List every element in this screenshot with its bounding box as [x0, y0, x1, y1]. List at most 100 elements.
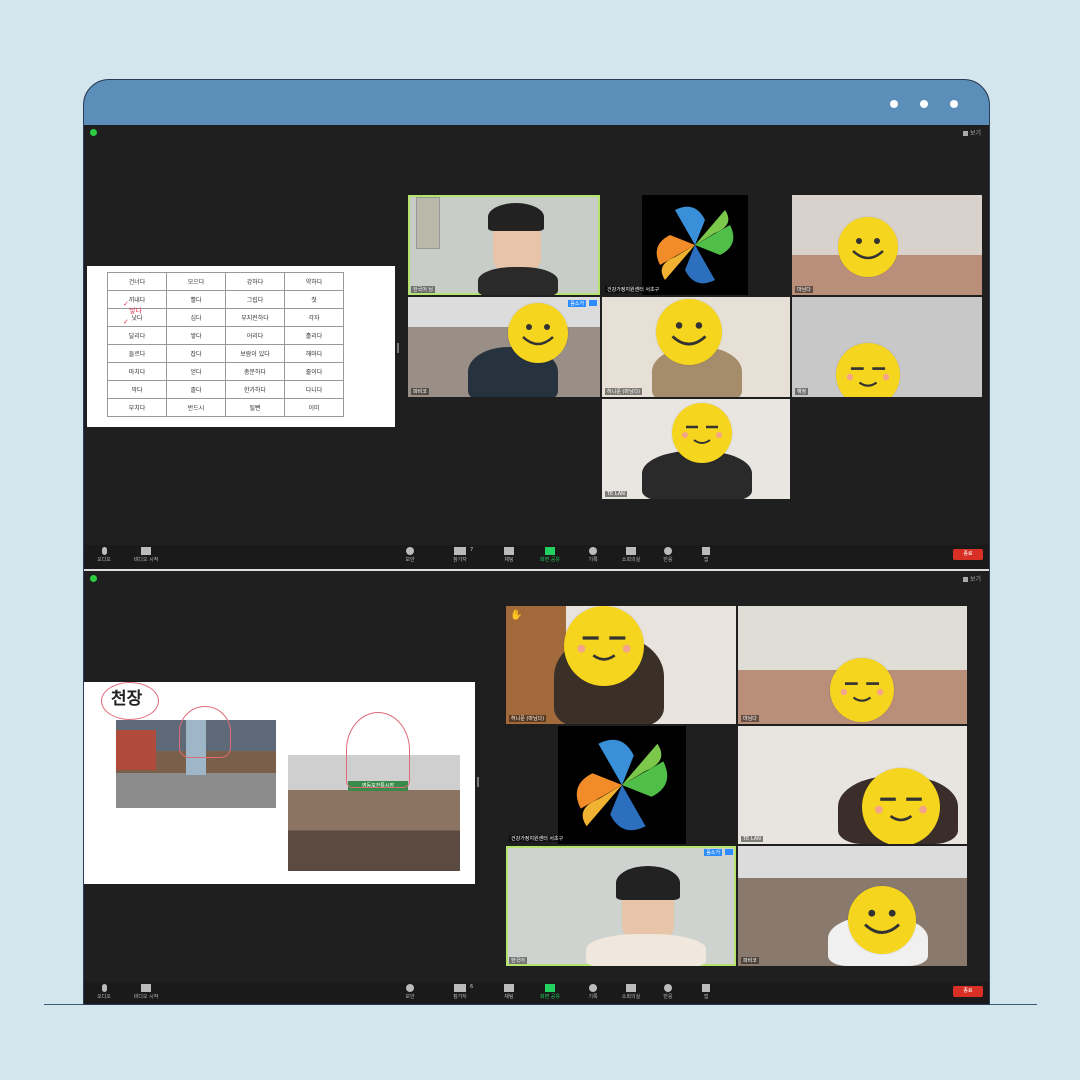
window-dot-3[interactable] [950, 100, 958, 108]
video-tile-host[interactable]: 음소거 한국어 [506, 846, 736, 966]
mute-badge[interactable]: 음소거 [704, 849, 722, 856]
breakout-rooms-button[interactable]: 소회의실 [611, 984, 651, 1000]
chat-icon [504, 547, 514, 555]
video-button[interactable]: 비디오 시작 [126, 984, 166, 1000]
participants-button[interactable]: 참가자 6 [440, 984, 480, 1000]
security-label: 보안 [405, 557, 415, 563]
word-table-cell: 흘리다 [284, 326, 344, 345]
audio-button[interactable]: 오디오 [84, 984, 124, 1000]
smiley-face-icon [656, 299, 722, 365]
mute-badge[interactable]: 음소거 [568, 300, 586, 307]
video-tile[interactable]: 허니문 (마님다) [602, 297, 790, 397]
window-dot-1[interactable] [890, 100, 898, 108]
center-logo [642, 195, 748, 295]
video-button[interactable]: 비디오 시작 [126, 547, 166, 563]
shield-icon [406, 547, 414, 555]
pinwheel-logo-icon [576, 739, 668, 831]
smiley-face-icon [508, 303, 568, 363]
end-meeting-button[interactable]: 종료 [953, 549, 983, 560]
video-tile-host[interactable]: 한국어 님 [408, 195, 600, 295]
record-label: 기록 [588, 994, 598, 1000]
word-table-cell: 부치다 [107, 398, 167, 417]
apps-button[interactable]: 앱 [686, 984, 726, 1000]
video-tile[interactable]: 마님다 [792, 195, 982, 295]
word-table-row: 달리다 쌓다 어리다 흘리다 [107, 326, 344, 345]
pen-annotation-circle [179, 706, 231, 758]
camera-off-icon [141, 984, 151, 992]
video-tile-center-logo[interactable]: 건강가정지원센터 서초구 [602, 195, 790, 295]
word-table-cell: 어리다 [225, 326, 285, 345]
record-label: 기록 [588, 557, 598, 563]
word-table-cell: 보람이 있다 [225, 344, 285, 363]
video-label: 비디오 시작 [133, 557, 159, 563]
pen-annotation-circle [101, 682, 159, 720]
word-table-cell: 이미 [284, 398, 344, 417]
more-options-icon[interactable] [589, 300, 597, 306]
video-tile[interactable]: 파비코 [738, 846, 967, 966]
word-table-row: 낫다 십다 부지런하다 각자 [107, 308, 344, 327]
tile-name: 한국어 님 [411, 286, 435, 293]
breakout-label: 소회의실 [621, 557, 641, 563]
share-screen-button[interactable]: 화면 공유 [530, 984, 570, 1000]
shield-icon [406, 984, 414, 992]
word-table-row: 건너다 모으다 강하다 약하다 [107, 272, 344, 291]
word-table-cell: 잡다 [166, 344, 226, 363]
apps-button[interactable]: 앱 [686, 547, 726, 563]
participants-button[interactable]: 참가자 7 [440, 547, 480, 563]
sleepy-face-icon [836, 343, 900, 397]
chat-button[interactable]: 채팅 [489, 547, 529, 563]
word-table-cell: 달리다 [107, 326, 167, 345]
video-tile[interactable]: ✋ 허니문 (마님다) [506, 606, 736, 724]
tile-name: 건강가정지원센터 서초구 [605, 286, 662, 293]
word-table-cell: 건너다 [107, 272, 167, 291]
reactions-button[interactable]: 반응 [648, 547, 688, 563]
wall-frame [416, 197, 440, 249]
word-table-cell: 빨다 [166, 290, 226, 309]
apps-icon [702, 984, 710, 992]
chat-icon [504, 984, 514, 992]
apps-label: 앱 [703, 994, 709, 1000]
tile-name: TE LAN [741, 836, 763, 842]
share-screen-icon [545, 984, 555, 992]
reactions-icon [664, 547, 672, 555]
view-toggle[interactable]: 보기 [963, 128, 981, 137]
smiley-face-icon [848, 886, 916, 954]
share-screen-icon [545, 547, 555, 555]
window-dot-2[interactable] [920, 100, 928, 108]
view-toggle[interactable]: 보기 [963, 574, 981, 583]
zoom-session-bottom: 보기 천장 영등포전통시장 ✋ 허니문 (마님다) 마님다 건강가정지원센터 서… [84, 571, 989, 1004]
security-button[interactable]: 보안 [390, 984, 430, 1000]
video-tile-center-logo[interactable]: 건강가정지원센터 서초구 [506, 726, 736, 844]
reactions-label: 반응 [663, 994, 673, 1000]
video-tile[interactable]: 해정 [792, 297, 982, 397]
splitter-handle[interactable] [477, 777, 479, 787]
more-options-icon[interactable] [725, 849, 733, 855]
record-button[interactable]: 기록 [573, 547, 613, 563]
word-table-cell: 강하다 [225, 272, 285, 291]
video-tile[interactable]: TE LAN [738, 726, 967, 844]
video-tile[interactable]: 음소거 파비코 [408, 297, 600, 397]
word-table-cell: 첫 [284, 290, 344, 309]
video-tile[interactable]: TE LAN [602, 399, 790, 499]
share-screen-button[interactable]: 화면 공유 [530, 547, 570, 563]
tile-name: 허니문 (마님다) [605, 388, 643, 395]
sleepy-face-icon [830, 658, 894, 722]
participants-icon [454, 547, 466, 555]
chat-button[interactable]: 채팅 [489, 984, 529, 1000]
tile-name: 마님다 [741, 715, 759, 722]
microphone-icon [101, 547, 107, 555]
video-tile[interactable]: 마님다 [738, 606, 967, 724]
camera-off-icon [141, 547, 151, 555]
word-table-cell: 들르다 [107, 344, 167, 363]
word-table-cell: 될뻔 [225, 398, 285, 417]
record-button[interactable]: 기록 [573, 984, 613, 1000]
reactions-button[interactable]: 반응 [648, 984, 688, 1000]
breakout-label: 소회의실 [621, 994, 641, 1000]
security-button[interactable]: 보안 [390, 547, 430, 563]
end-meeting-button[interactable]: 종료 [953, 986, 983, 997]
word-table-cell: 줄이다 [284, 362, 344, 381]
participants-count: 6 [470, 984, 474, 990]
breakout-rooms-button[interactable]: 소회의실 [611, 547, 651, 563]
audio-button[interactable]: 오디오 [84, 547, 124, 563]
splitter-handle[interactable] [397, 343, 399, 353]
